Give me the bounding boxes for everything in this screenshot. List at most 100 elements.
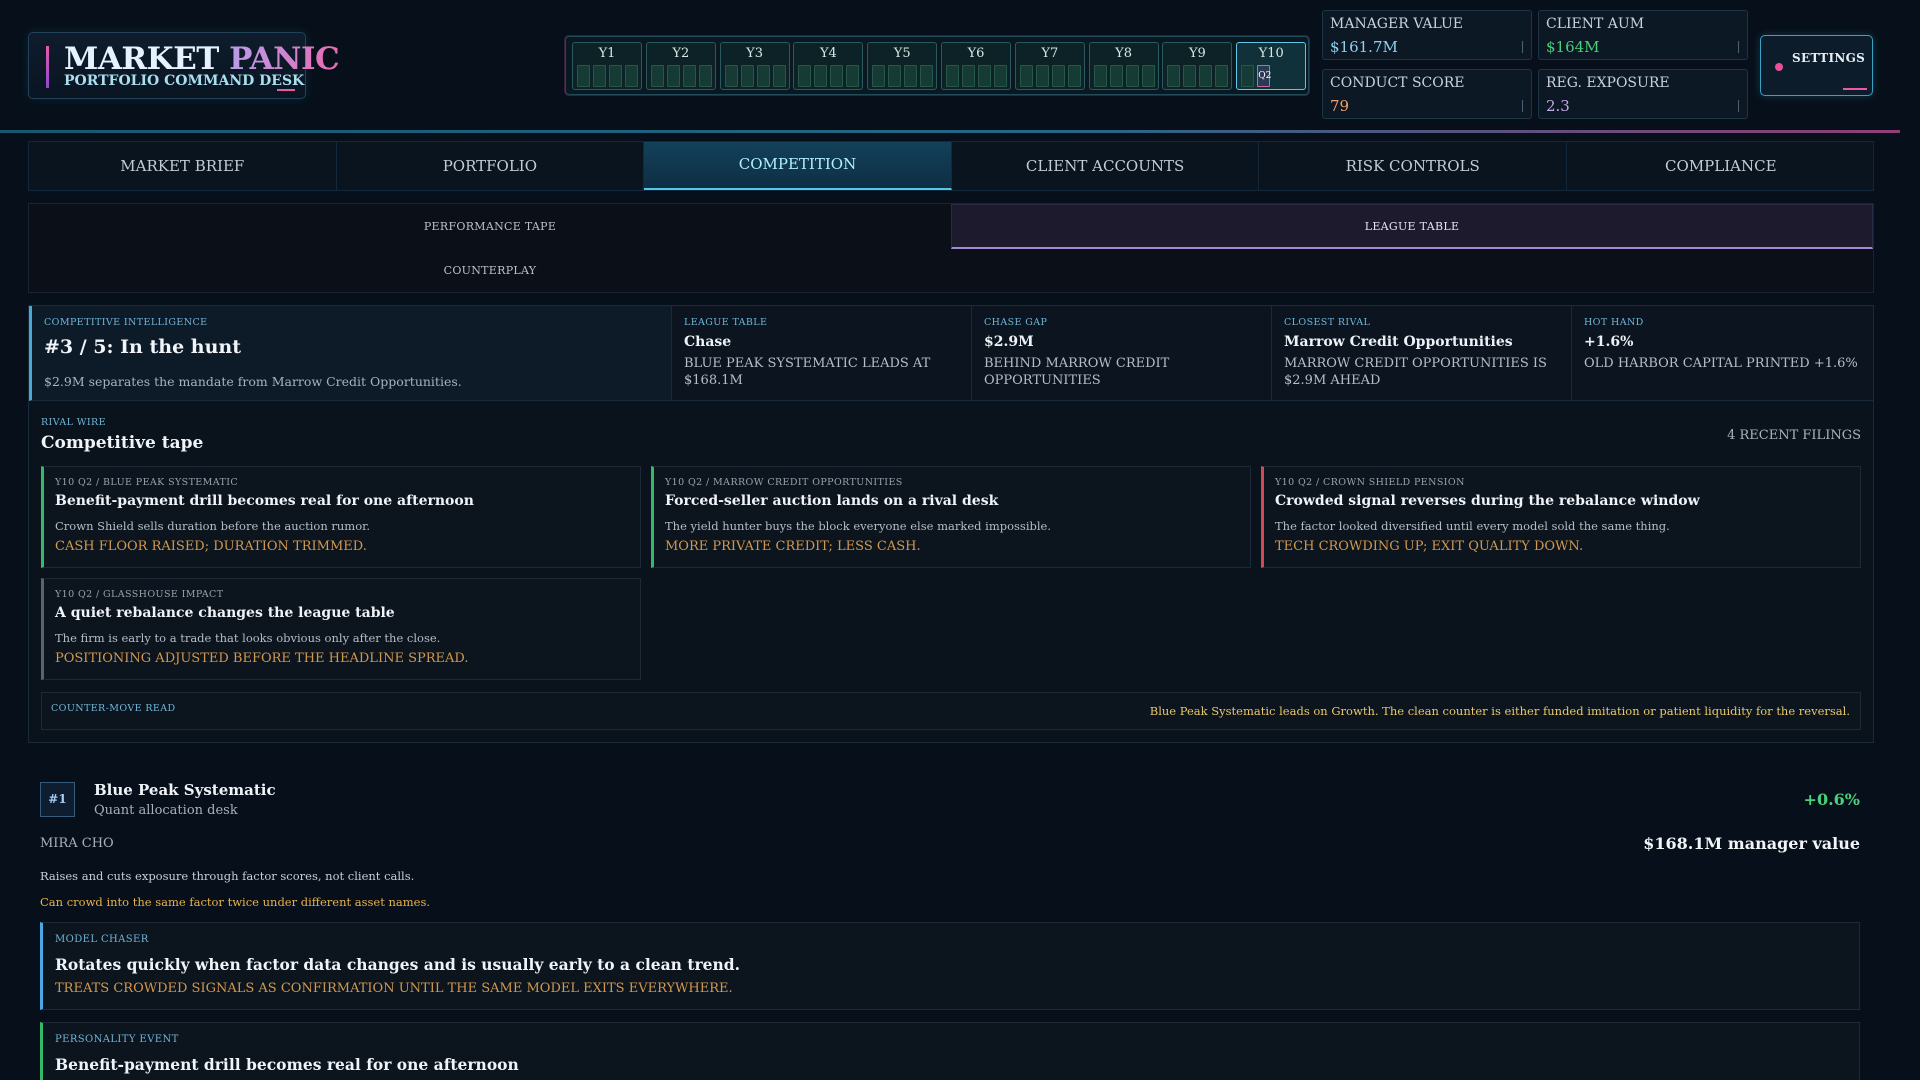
stat-reg-exposure: REG. EXPOSURE 2.3 bbox=[1538, 69, 1748, 119]
year-label: Y10 bbox=[1258, 46, 1284, 61]
quarter-cell bbox=[609, 65, 622, 87]
subtab-league-table[interactable]: LEAGUE TABLE bbox=[951, 204, 1873, 249]
quarter-cell bbox=[994, 65, 1007, 87]
quarter-cell bbox=[888, 65, 902, 87]
main-tab-bar: MARKET BRIEF PORTFOLIO COMPETITION CLIENT A… bbox=[28, 141, 1874, 191]
app-title-part1: MARKET bbox=[64, 41, 230, 77]
quarter-cell bbox=[830, 65, 844, 87]
stat-value: 2.3 bbox=[1546, 97, 1570, 115]
rival-manager-value: $168.1M manager value bbox=[1643, 834, 1860, 853]
trait-title: Rotates quickly when factor data changes… bbox=[55, 955, 741, 974]
rival-warning: Can crowd into the same factor twice und… bbox=[40, 895, 431, 909]
subtab-performance-tape[interactable]: PERFORMANCE TAPE bbox=[29, 204, 951, 249]
app-title-part2: PANIC bbox=[229, 41, 340, 77]
year-label: Y6 bbox=[967, 46, 985, 61]
rival-wire-label: RIVAL WIRE bbox=[41, 417, 106, 428]
filing-outcome: CASH FLOOR RAISED; DURATION TRIMMED. bbox=[55, 539, 367, 554]
stat-tick bbox=[1738, 41, 1739, 53]
tab-risk-controls[interactable]: RISK CONTROLS bbox=[1259, 142, 1567, 190]
filings-count: 4 RECENT FILINGS bbox=[1727, 428, 1861, 443]
rival-change: +0.6% bbox=[1803, 790, 1860, 809]
quarter-cell bbox=[1167, 65, 1181, 87]
year-y7[interactable]: Y7 bbox=[1014, 42, 1085, 90]
quarter-cell bbox=[1051, 65, 1065, 87]
quarter-cell bbox=[1241, 65, 1255, 87]
stat-label: MANAGER VALUE bbox=[1330, 16, 1464, 32]
year-y4[interactable]: Y4 bbox=[793, 42, 864, 90]
card-desc: BEHIND MARROW CREDIT OPPORTUNITIES bbox=[984, 356, 1170, 388]
intel-card-league-table: LEAGUE TABLE Chase BLUE PEAK SYSTEMATIC … bbox=[672, 306, 972, 401]
stat-label: CONDUCT SCORE bbox=[1330, 75, 1465, 91]
settings-button[interactable]: SETTINGS bbox=[1760, 35, 1873, 96]
quarter-cell bbox=[577, 65, 590, 87]
stat-manager-value: MANAGER VALUE $161.7M bbox=[1322, 10, 1532, 60]
app-logo: MARKET PANIC PORTFOLIO COMMAND DESK bbox=[28, 32, 340, 99]
sub-tab-bar: PERFORMANCE TAPE LEAGUE TABLE COUNTERPLA… bbox=[28, 203, 1874, 293]
tab-portfolio[interactable]: PORTFOLIO bbox=[337, 142, 645, 190]
settings-label: SETTINGS bbox=[1792, 51, 1866, 65]
current-quarter-cell: Q2 bbox=[1257, 65, 1271, 87]
card-label: LEAGUE TABLE bbox=[684, 317, 768, 328]
year-y1[interactable]: Y1 bbox=[572, 42, 642, 90]
stat-tick bbox=[1522, 100, 1523, 112]
tab-competition[interactable]: COMPETITION bbox=[644, 142, 952, 190]
filing-title: Benefit-payment drill becomes real for o… bbox=[55, 493, 474, 509]
year-label: Y4 bbox=[819, 46, 837, 61]
quarter-cell bbox=[1019, 65, 1033, 87]
tab-market-brief[interactable]: MARKET BRIEF bbox=[29, 142, 337, 190]
stat-tick bbox=[1738, 100, 1739, 112]
year-y5[interactable]: Y5 bbox=[867, 42, 938, 90]
stat-value: $164M bbox=[1546, 38, 1600, 56]
quarter-cell bbox=[1125, 65, 1139, 87]
year-y10[interactable]: Y10 Q2 bbox=[1236, 42, 1307, 90]
quarter-cell bbox=[698, 65, 712, 87]
quarter-cell bbox=[978, 65, 991, 87]
year-y8[interactable]: Y8 bbox=[1088, 42, 1159, 90]
subtab-counterplay[interactable]: COUNTERPLAY bbox=[29, 249, 951, 293]
card-desc: OLD HARBOR CAPITAL PRINTED +1.6% bbox=[1584, 356, 1858, 371]
card-desc: BLUE PEAK SYSTEMATIC LEADS AT $168.1M bbox=[684, 356, 931, 388]
trait-card-model-chaser: MODEL CHASER Rotates quickly when factor… bbox=[40, 922, 1860, 1010]
quarter-cell bbox=[1199, 65, 1213, 87]
rival-manager: MIRA CHO bbox=[40, 836, 114, 851]
intel-card-closest-rival: CLOSEST RIVAL Marrow Credit Opportunitie… bbox=[1272, 306, 1572, 401]
filing-card: Y10 Q2 / BLUE PEAK SYSTEMATIC Benefit-pa… bbox=[41, 466, 641, 568]
card-label: CLOSEST RIVAL bbox=[1284, 317, 1371, 328]
tab-compliance[interactable]: COMPLIANCE bbox=[1567, 142, 1875, 190]
trait-outcome: TREATS CROWDED SIGNALS AS CONFIRMATION U… bbox=[55, 981, 733, 996]
year-y6[interactable]: Y6 bbox=[941, 42, 1011, 90]
filing-title: Crowded signal reverses during the rebal… bbox=[1275, 493, 1700, 509]
filing-card: Y10 Q2 / MARROW CREDIT OPPORTUNITIES For… bbox=[651, 466, 1251, 568]
quarter-cell bbox=[920, 65, 934, 87]
tab-client-accounts[interactable]: CLIENT ACCOUNTS bbox=[952, 142, 1260, 190]
intel-card-chase-gap: CHASE GAP $2.9M BEHIND MARROW CREDIT OPP… bbox=[972, 306, 1272, 401]
filing-body: The yield hunter buys the block everyone… bbox=[665, 519, 1051, 533]
filing-card: Y10 Q2 / CROWN SHIELD PENSION Crowded si… bbox=[1261, 466, 1861, 568]
intel-title: #3 / 5: In the hunt bbox=[44, 336, 241, 358]
year-y2[interactable]: Y2 bbox=[645, 42, 716, 90]
intel-subtitle: $2.9M separates the mandate from Marrow … bbox=[44, 374, 462, 389]
quarter-cell bbox=[1067, 65, 1081, 87]
year-label: Y5 bbox=[893, 46, 911, 61]
status-dot-icon bbox=[1775, 63, 1783, 71]
stat-label: REG. EXPOSURE bbox=[1546, 75, 1670, 91]
filing-tag: Y10 Q2 / MARROW CREDIT OPPORTUNITIES bbox=[665, 477, 903, 488]
quarter-cell bbox=[1215, 65, 1229, 87]
filing-title: A quiet rebalance changes the league tab… bbox=[55, 605, 395, 621]
year-y9[interactable]: Y9 bbox=[1162, 42, 1233, 90]
quarter-cell bbox=[666, 65, 680, 87]
quarter-cell bbox=[724, 65, 738, 87]
card-title: $2.9M bbox=[984, 334, 1034, 350]
stat-value: 79 bbox=[1330, 97, 1350, 115]
counter-label: COUNTER-MOVE READ bbox=[51, 703, 176, 714]
stat-tick bbox=[1522, 41, 1523, 53]
year-y3[interactable]: Y3 bbox=[719, 42, 790, 90]
stat-client-aum: CLIENT AUM $164M bbox=[1538, 10, 1748, 60]
counter-move-read: COUNTER-MOVE READ Blue Peak Systematic l… bbox=[41, 692, 1861, 730]
rival-wire-title: Competitive tape bbox=[41, 433, 204, 453]
card-label: CHASE GAP bbox=[984, 317, 1048, 328]
app-subtitle: PORTFOLIO COMMAND DESK bbox=[64, 73, 305, 89]
trait-card-personality-event: PERSONALITY EVENT Benefit-payment drill … bbox=[40, 1022, 1860, 1080]
filing-body: The factor looked diversified until ever… bbox=[1275, 519, 1670, 533]
intel-card-hot-hand: HOT HAND +1.6% OLD HARBOR CAPITAL PRINTE… bbox=[1572, 306, 1873, 401]
